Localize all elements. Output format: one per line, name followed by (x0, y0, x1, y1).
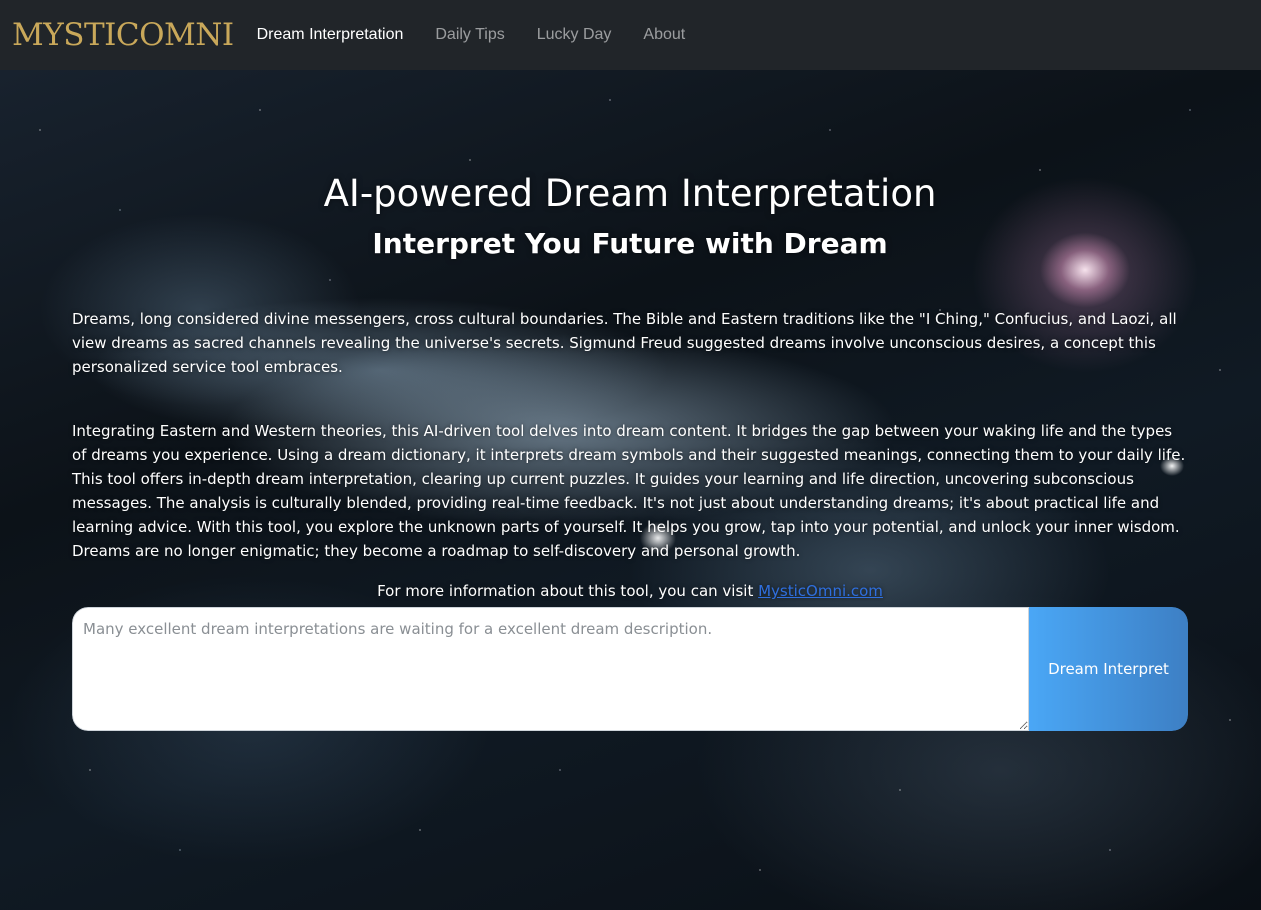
main-content: AI-powered Dream Interpretation Interpre… (72, 70, 1188, 603)
more-info-text: For more information about this tool, yo… (377, 582, 759, 600)
dream-input-group: Dream Interpret (72, 607, 1188, 731)
dream-description-input[interactable] (72, 607, 1029, 731)
nav-link-lucky-day[interactable]: Lucky Day (537, 26, 612, 44)
more-info-line: For more information about this tool, yo… (72, 579, 1188, 603)
page-title: AI-powered Dream Interpretation (323, 172, 937, 215)
dream-interpret-button[interactable]: Dream Interpret (1029, 607, 1188, 731)
nav-link-dream-interpretation[interactable]: Dream Interpretation (257, 26, 404, 44)
nav-link-about[interactable]: About (643, 26, 685, 44)
intro-paragraph: Dreams, long considered divine messenger… (72, 310, 1177, 376)
brand-logo[interactable]: MYSTICOMNI (12, 19, 234, 51)
nav-link-daily-tips[interactable]: Daily Tips (435, 26, 504, 44)
navbar: MYSTICOMNI Dream Interpretation Daily Ti… (0, 0, 1261, 70)
description-paragraph: Integrating Eastern and Western theories… (72, 422, 1186, 560)
page-subtitle: Interpret You Future with Dream (372, 227, 888, 260)
mysticomni-link[interactable]: MysticOmni.com (758, 582, 883, 600)
